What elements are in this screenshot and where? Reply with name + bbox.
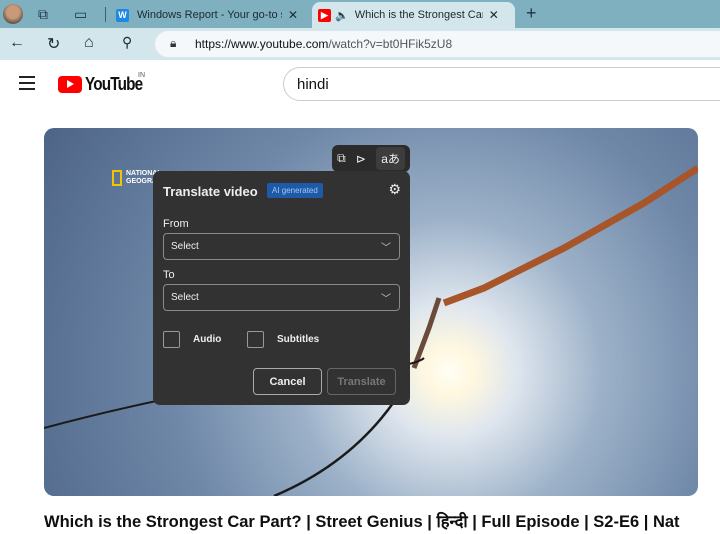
youtube-play-icon: [58, 76, 82, 93]
search-input[interactable]: hindi: [283, 67, 720, 101]
new-tab-button[interactable]: +: [526, 3, 537, 24]
video-ai-icon[interactable]: ⊳: [356, 152, 366, 166]
tab-actions-icon[interactable]: ▭: [74, 6, 87, 23]
profile-avatar[interactable]: [3, 4, 23, 24]
to-label: To: [163, 269, 175, 281]
workspaces-icon[interactable]: ⧉: [38, 6, 48, 23]
subtitles-checkbox[interactable]: Subtitles: [247, 331, 319, 348]
back-icon[interactable]: ←: [9, 34, 25, 52]
ai-generated-badge: AI generated: [267, 183, 323, 198]
tab-windows-report[interactable]: W Windows Report - Your go-to source ✕: [110, 2, 310, 28]
youtube-favicon: ▶: [318, 8, 331, 22]
address-input[interactable]: 🔒︎ https://www.youtube.com/watch?v=bt0HF…: [155, 31, 720, 57]
chevron-down-icon: ﹀: [381, 243, 391, 254]
chevron-down-icon: ﹀: [381, 294, 391, 305]
video-overlay-controls: ⧉ ⊳ aあ: [332, 145, 410, 172]
logo-text: YouTube: [85, 74, 143, 94]
cancel-button[interactable]: Cancel: [253, 368, 322, 395]
country-code: IN: [138, 72, 145, 79]
close-tab-icon[interactable]: ✕: [288, 8, 298, 22]
audio-checkbox[interactable]: Audio: [163, 331, 221, 348]
lock-icon[interactable]: 🔒︎: [170, 36, 176, 51]
url-path: /watch?v=bt0HFik5zU8: [328, 37, 453, 51]
panel-title: Translate video: [163, 184, 258, 199]
picture-in-picture-icon[interactable]: ⧉: [337, 151, 346, 166]
tab-title: Windows Report - Your go-to source: [137, 9, 282, 21]
tab-bar: ⧉ ▭ W Windows Report - Your go-to source…: [0, 0, 720, 28]
youtube-logo[interactable]: YouTube IN: [58, 72, 152, 95]
speaker-icon[interactable]: 🔈: [335, 9, 349, 22]
tab-youtube[interactable]: ▶ 🔈 Which is the Strongest Car Part? | S…: [312, 2, 515, 28]
windows-report-favicon: W: [116, 8, 129, 22]
menu-icon[interactable]: [19, 76, 35, 94]
translate-video-panel: Translate video AI generated ⚙ From Sele…: [153, 171, 410, 405]
to-language-select[interactable]: Select ﹀: [163, 284, 400, 311]
translate-button[interactable]: Translate: [327, 368, 396, 395]
settings-icon[interactable]: ⚙: [388, 181, 401, 198]
from-language-select[interactable]: Select ﹀: [163, 233, 400, 260]
home-icon[interactable]: ⌂: [84, 34, 94, 52]
from-label: From: [163, 218, 189, 230]
divider: [105, 7, 106, 22]
tab-title: Which is the Strongest Car Part? | Stree…: [354, 9, 483, 21]
translate-icon[interactable]: aあ: [376, 147, 405, 170]
address-bar-row: ← ↻ ⌂ ⚲ 🔒︎ https://www.youtube.com/watch…: [0, 28, 720, 60]
refresh-icon[interactable]: ↻: [47, 34, 60, 54]
url-host: https://www.youtube.com: [195, 37, 329, 51]
search-icon[interactable]: ⚲: [122, 34, 132, 51]
video-title: Which is the Strongest Car Part? | Stree…: [44, 513, 680, 531]
close-tab-icon[interactable]: ✕: [489, 8, 499, 22]
